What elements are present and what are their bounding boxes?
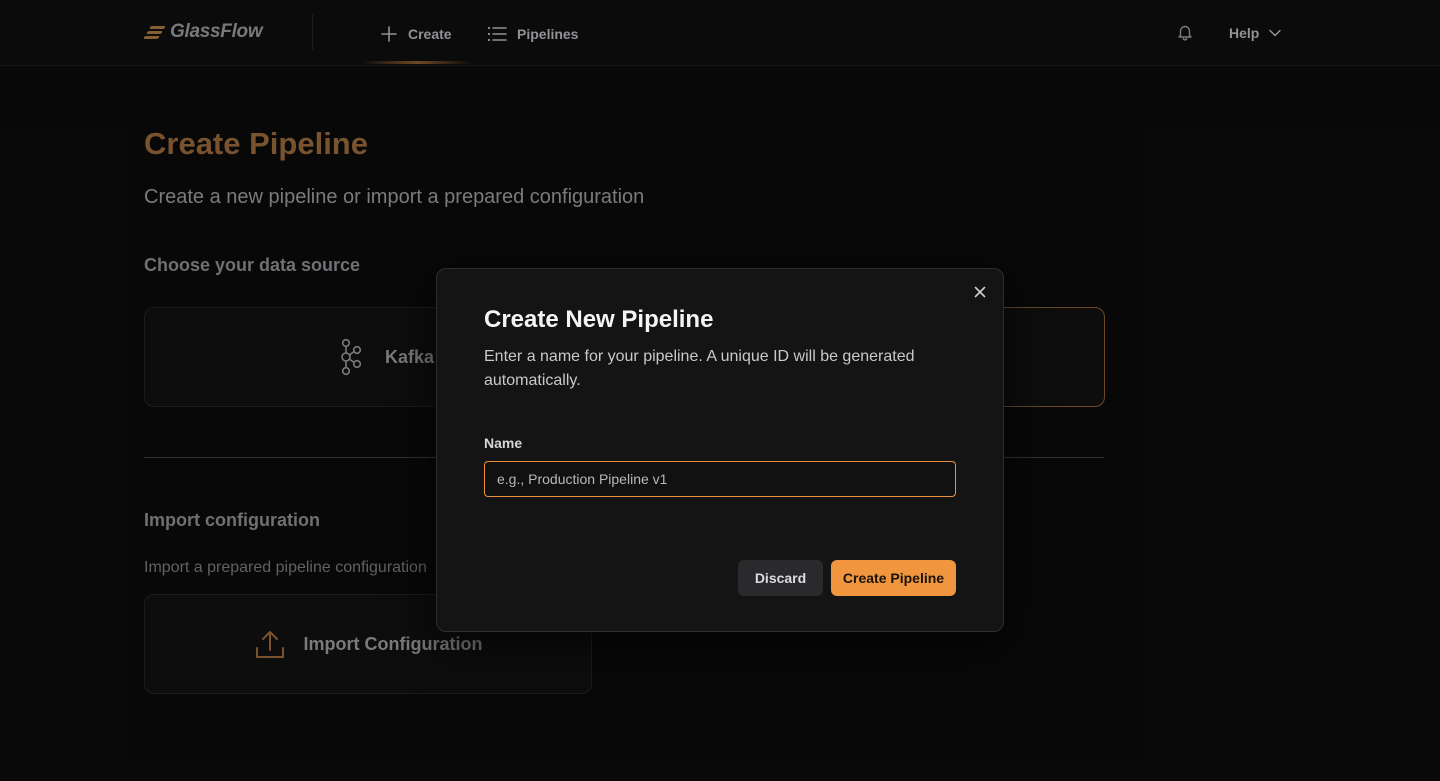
close-button[interactable] bbox=[973, 285, 987, 299]
create-pipeline-dialog: Create New Pipeline Enter a name for you… bbox=[436, 268, 1004, 632]
pipeline-name-input[interactable] bbox=[484, 461, 956, 497]
close-icon bbox=[974, 286, 986, 298]
dialog-description: Enter a name for your pipeline. A unique… bbox=[484, 348, 915, 389]
name-field-label: Name bbox=[484, 435, 523, 451]
dialog-title: Create New Pipeline bbox=[484, 306, 714, 333]
discard-button[interactable]: Discard bbox=[738, 560, 823, 596]
create-pipeline-button[interactable]: Create Pipeline bbox=[831, 560, 956, 596]
